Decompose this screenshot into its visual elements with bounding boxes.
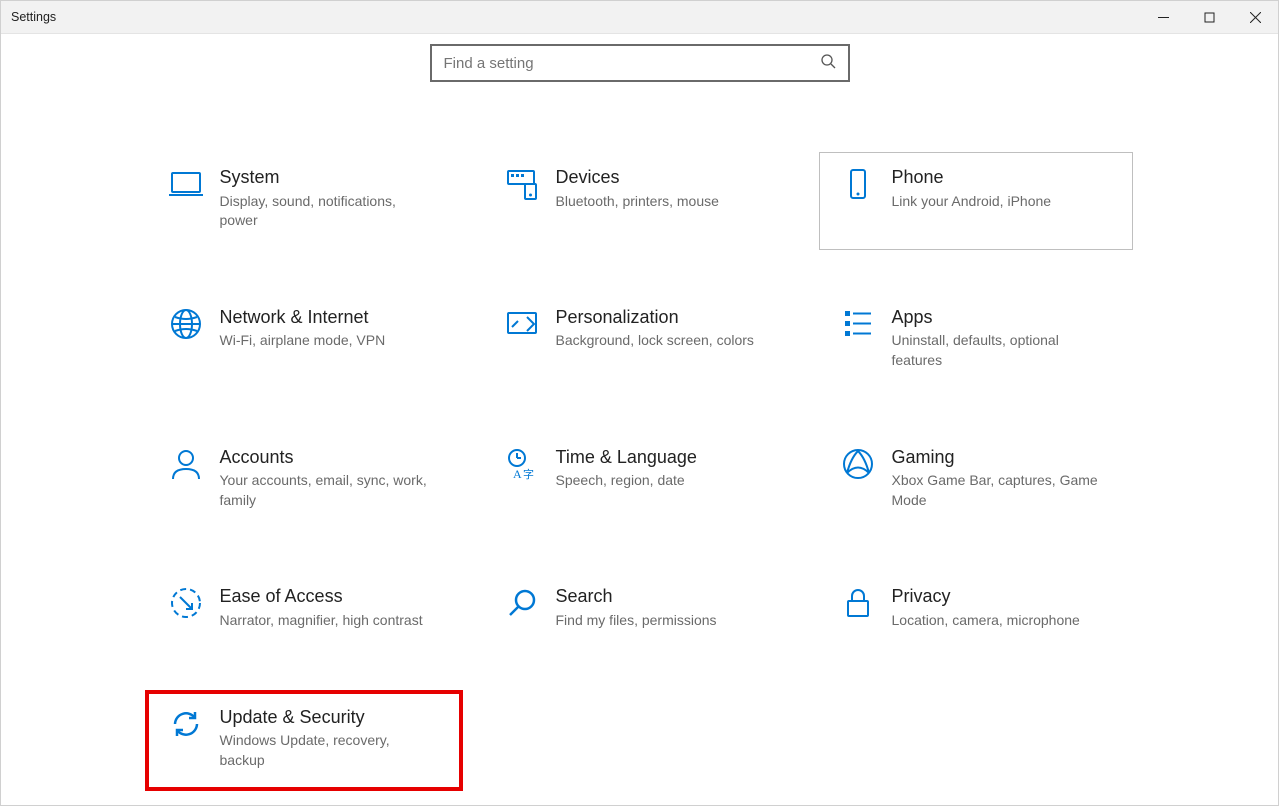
tile-privacy[interactable]: Privacy Location, camera, microphone <box>819 571 1133 649</box>
tile-title: Devices <box>556 167 719 189</box>
tile-title: Time & Language <box>556 447 697 469</box>
tile-title: System <box>220 167 430 189</box>
close-button[interactable] <box>1232 1 1278 33</box>
search-input[interactable] <box>444 55 820 72</box>
content-area: System Display, sound, notifications, po… <box>1 34 1278 789</box>
tile-title: Update & Security <box>220 707 430 729</box>
tile-desc: Speech, region, date <box>556 471 697 491</box>
settings-grid: System Display, sound, notifications, po… <box>1 152 1278 789</box>
tile-title: Gaming <box>892 447 1102 469</box>
tile-desc: Display, sound, notifications, power <box>220 192 430 231</box>
tile-title: Search <box>556 586 717 608</box>
devices-icon <box>498 165 546 209</box>
search-wrap <box>1 44 1278 82</box>
update-icon <box>162 705 210 749</box>
tile-desc: Find my files, permissions <box>556 611 717 631</box>
minimize-button[interactable] <box>1140 1 1186 33</box>
search-icon <box>820 53 836 74</box>
tile-title: Apps <box>892 307 1102 329</box>
tile-title: Ease of Access <box>220 586 423 608</box>
svg-text:A: A <box>513 467 522 481</box>
globe-icon <box>162 305 210 349</box>
tile-ease-of-access[interactable]: Ease of Access Narrator, magnifier, high… <box>147 571 461 649</box>
maximize-button[interactable] <box>1186 1 1232 33</box>
tile-desc: Link your Android, iPhone <box>892 192 1052 212</box>
svg-text:字: 字 <box>523 467 534 481</box>
tile-desc: Location, camera, microphone <box>892 611 1080 631</box>
tile-title: Phone <box>892 167 1052 189</box>
gaming-icon <box>834 445 882 489</box>
tile-desc: Narrator, magnifier, high contrast <box>220 611 423 631</box>
phone-icon <box>834 165 882 209</box>
apps-icon <box>834 305 882 349</box>
tile-title: Network & Internet <box>220 307 386 329</box>
tile-network[interactable]: Network & Internet Wi-Fi, airplane mode,… <box>147 292 461 390</box>
tile-desc: Background, lock screen, colors <box>556 331 754 351</box>
search-tile-icon <box>498 584 546 628</box>
ease-of-access-icon <box>162 584 210 628</box>
tile-phone[interactable]: Phone Link your Android, iPhone <box>819 152 1133 250</box>
tile-title: Privacy <box>892 586 1080 608</box>
tile-desc: Your accounts, email, sync, work, family <box>220 471 430 510</box>
system-icon <box>162 165 210 209</box>
personalization-icon <box>498 305 546 349</box>
lock-icon <box>834 584 882 628</box>
window-controls <box>1140 1 1278 33</box>
window-title: Settings <box>11 10 56 24</box>
tile-desc: Bluetooth, printers, mouse <box>556 192 719 212</box>
titlebar: Settings <box>1 1 1278 34</box>
tile-desc: Wi-Fi, airplane mode, VPN <box>220 331 386 351</box>
accounts-icon <box>162 445 210 489</box>
tile-devices[interactable]: Devices Bluetooth, printers, mouse <box>483 152 797 250</box>
tile-desc: Uninstall, defaults, optional features <box>892 331 1102 370</box>
tile-update-security[interactable]: Update & Security Windows Update, recove… <box>147 692 461 790</box>
tile-system[interactable]: System Display, sound, notifications, po… <box>147 152 461 250</box>
tile-personalization[interactable]: Personalization Background, lock screen,… <box>483 292 797 390</box>
tile-title: Accounts <box>220 447 430 469</box>
tile-apps[interactable]: Apps Uninstall, defaults, optional featu… <box>819 292 1133 390</box>
tile-gaming[interactable]: Gaming Xbox Game Bar, captures, Game Mod… <box>819 432 1133 530</box>
search-box[interactable] <box>430 44 850 82</box>
tile-accounts[interactable]: Accounts Your accounts, email, sync, wor… <box>147 432 461 530</box>
tile-title: Personalization <box>556 307 754 329</box>
tile-desc: Windows Update, recovery, backup <box>220 731 430 770</box>
tile-search[interactable]: Search Find my files, permissions <box>483 571 797 649</box>
tile-time-language[interactable]: A字 Time & Language Speech, region, date <box>483 432 797 530</box>
tile-desc: Xbox Game Bar, captures, Game Mode <box>892 471 1102 510</box>
time-language-icon: A字 <box>498 445 546 489</box>
